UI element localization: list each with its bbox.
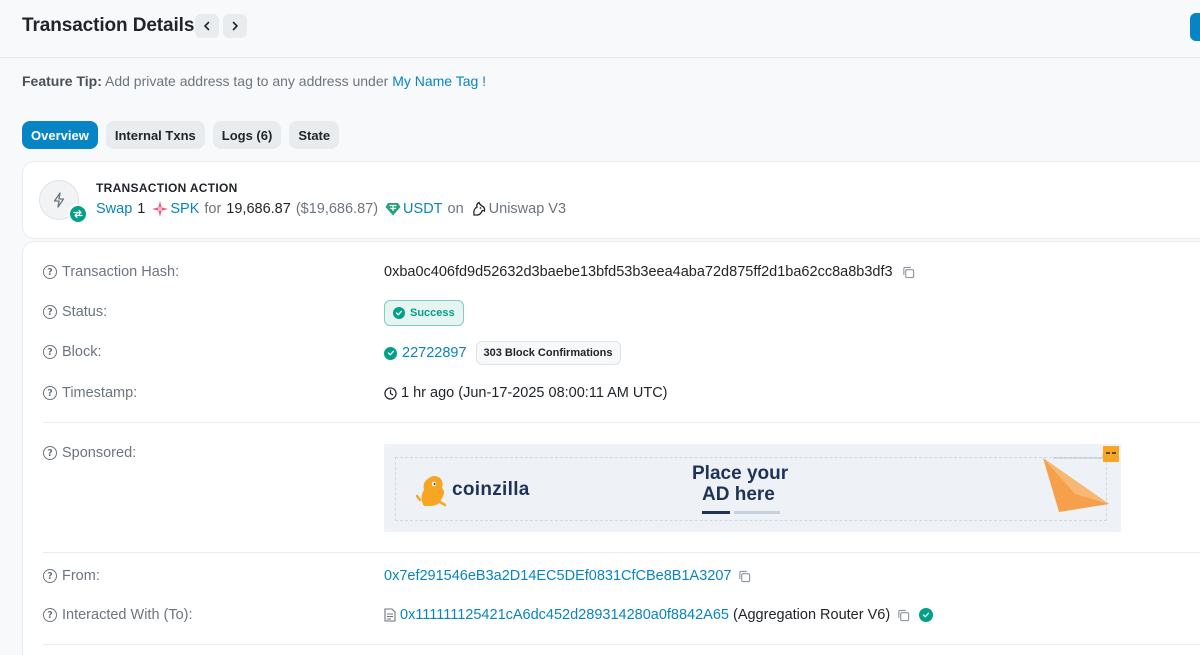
ad-headline: Place your AD here (692, 463, 788, 505)
feature-tip: Feature Tip: Add private address tag to … (22, 73, 486, 89)
sponsored-label: Sponsored: (62, 445, 137, 461)
status-row: ? Status: (43, 304, 107, 320)
block-number-link[interactable]: 22722897 (402, 345, 467, 361)
contract-file-icon (384, 608, 396, 622)
prev-transaction-button[interactable] (195, 14, 219, 38)
for-word: for (204, 201, 222, 217)
status-label: Status: (62, 304, 108, 320)
tab-logs[interactable]: Logs (6) (212, 121, 282, 149)
timestamp-label: Timestamp: (62, 385, 138, 401)
to-contract-name: (Aggregation Router V6) (732, 607, 891, 623)
ad-line1-a: Place (692, 463, 742, 484)
status-value-wrap: Success (384, 300, 464, 326)
tab-bar: Overview Internal Txns Logs (6) State (22, 121, 340, 149)
swap-link[interactable]: Swap (96, 201, 132, 217)
tab-overview[interactable]: Overview (22, 121, 98, 149)
feature-tip-text: Add private address tag to any address u… (105, 73, 389, 89)
question-icon: ? (43, 265, 57, 279)
block-confirmations-badge: 303 Block Confirmations (475, 341, 621, 365)
spk-token-link[interactable]: SPK (170, 201, 199, 217)
page-title: Transaction Details (22, 15, 195, 36)
on-word: on (447, 201, 464, 217)
ad-underline-secondary (734, 511, 780, 514)
block-value-wrap: 22722897 303 Block Confirmations (384, 341, 621, 365)
amount-out-usd: ($19,686.87) (295, 201, 379, 217)
to-label: Interacted With (To): (62, 607, 193, 623)
timestamp-row: ? Timestamp: (43, 385, 137, 401)
transaction-action-card: TRANSACTION ACTION Swap 1 SPK for 19,686… (22, 161, 1200, 239)
chevron-right-icon (232, 21, 238, 31)
divider (43, 422, 1200, 423)
swap-arrows-icon (68, 204, 88, 224)
sponsored-ad-banner[interactable]: coinzilla Place your AD here (384, 444, 1121, 532)
from-value-wrap: 0x7ef291546eB3a2D14EC5DEf0831CfCBe8B1A32… (384, 568, 751, 584)
transaction-details-card: ? Transaction Hash: 0xba0c406fd9d52632d3b… (22, 241, 1200, 655)
question-icon: ? (43, 446, 57, 460)
to-value-wrap: 0x111111125421cA6dc452d289314280a0f8842A… (384, 607, 934, 623)
ad-line1-b: your (746, 463, 789, 484)
uniswap-unicorn-icon (471, 201, 487, 217)
divider (43, 552, 1200, 553)
usdt-token-icon (385, 201, 401, 217)
tab-state[interactable]: State (289, 121, 340, 149)
to-row: ? Interacted With (To): (43, 607, 193, 623)
transaction-hash: 0xba0c406fd9d52632d3baebe13bfd53b3eea4ab… (384, 264, 893, 280)
ad-underline (702, 511, 730, 514)
status-badge: Success (384, 300, 464, 326)
verified-check-icon (919, 608, 934, 622)
copy-icon[interactable] (902, 266, 915, 279)
block-check-icon (384, 346, 397, 360)
question-icon: ? (43, 386, 57, 400)
spk-token-icon (152, 201, 169, 217)
hash-row: ? Transaction Hash: (43, 264, 179, 280)
usdt-token-link[interactable]: USDT (403, 201, 442, 217)
header-bar: Transaction Details (0, 0, 1200, 58)
transaction-action-title: TRANSACTION ACTION (96, 181, 238, 195)
from-row: ? From: (43, 568, 100, 584)
status-text: Success (410, 307, 455, 319)
timestamp-value: 1 hr ago (Jun-17-2025 08:00:11 AM UTC) (401, 385, 668, 401)
to-address-link[interactable]: 0x111111125421cA6dc452d289314280a0f8842A… (400, 607, 729, 623)
question-icon: ? (43, 345, 57, 359)
question-icon: ? (43, 305, 57, 319)
sponsored-row: ? Sponsored: (43, 445, 136, 461)
timestamp-value-wrap: 1 hr ago (Jun-17-2025 08:00:11 AM UTC) (384, 385, 668, 401)
from-label: From: (62, 568, 100, 584)
copy-icon[interactable] (738, 570, 751, 583)
amount-out: 19,686.87 (226, 201, 291, 217)
check-circle-icon (393, 307, 405, 319)
header-action-button[interactable] (1190, 13, 1200, 41)
question-icon: ? (43, 608, 57, 622)
ad-line2-a: AD (702, 484, 730, 505)
tab-internal-txns[interactable]: Internal Txns (105, 121, 205, 149)
copy-icon[interactable] (897, 609, 910, 622)
feature-tip-label: Feature Tip: (22, 73, 102, 89)
block-label: Block: (62, 344, 102, 360)
divider (43, 644, 1200, 645)
hash-label: Transaction Hash: (62, 264, 180, 280)
question-icon: ? (43, 569, 57, 583)
hash-value-wrap: 0xba0c406fd9d52632d3baebe13bfd53b3eea4ab… (384, 264, 915, 280)
transaction-action-summary: Swap 1 SPK for 19,686.87 ($19,686.87) US… (96, 201, 566, 217)
clock-icon (384, 386, 397, 400)
dex-name: Uniswap V3 (488, 201, 567, 217)
ad-line2-b: here (734, 484, 775, 505)
amount-in: 1 (137, 201, 146, 217)
ad-corner-graphic (1043, 446, 1119, 512)
block-row: ? Block: (43, 344, 102, 360)
coinzilla-mascot-icon (416, 476, 447, 507)
chevron-left-icon (204, 21, 210, 31)
from-address-link[interactable]: 0x7ef291546eB3a2D14EC5DEf0831CfCBe8B1A32… (384, 568, 731, 584)
my-name-tag-link[interactable]: My Name Tag ! (392, 73, 486, 89)
ad-brand: coinzilla (452, 479, 530, 500)
next-transaction-button[interactable] (223, 14, 247, 38)
